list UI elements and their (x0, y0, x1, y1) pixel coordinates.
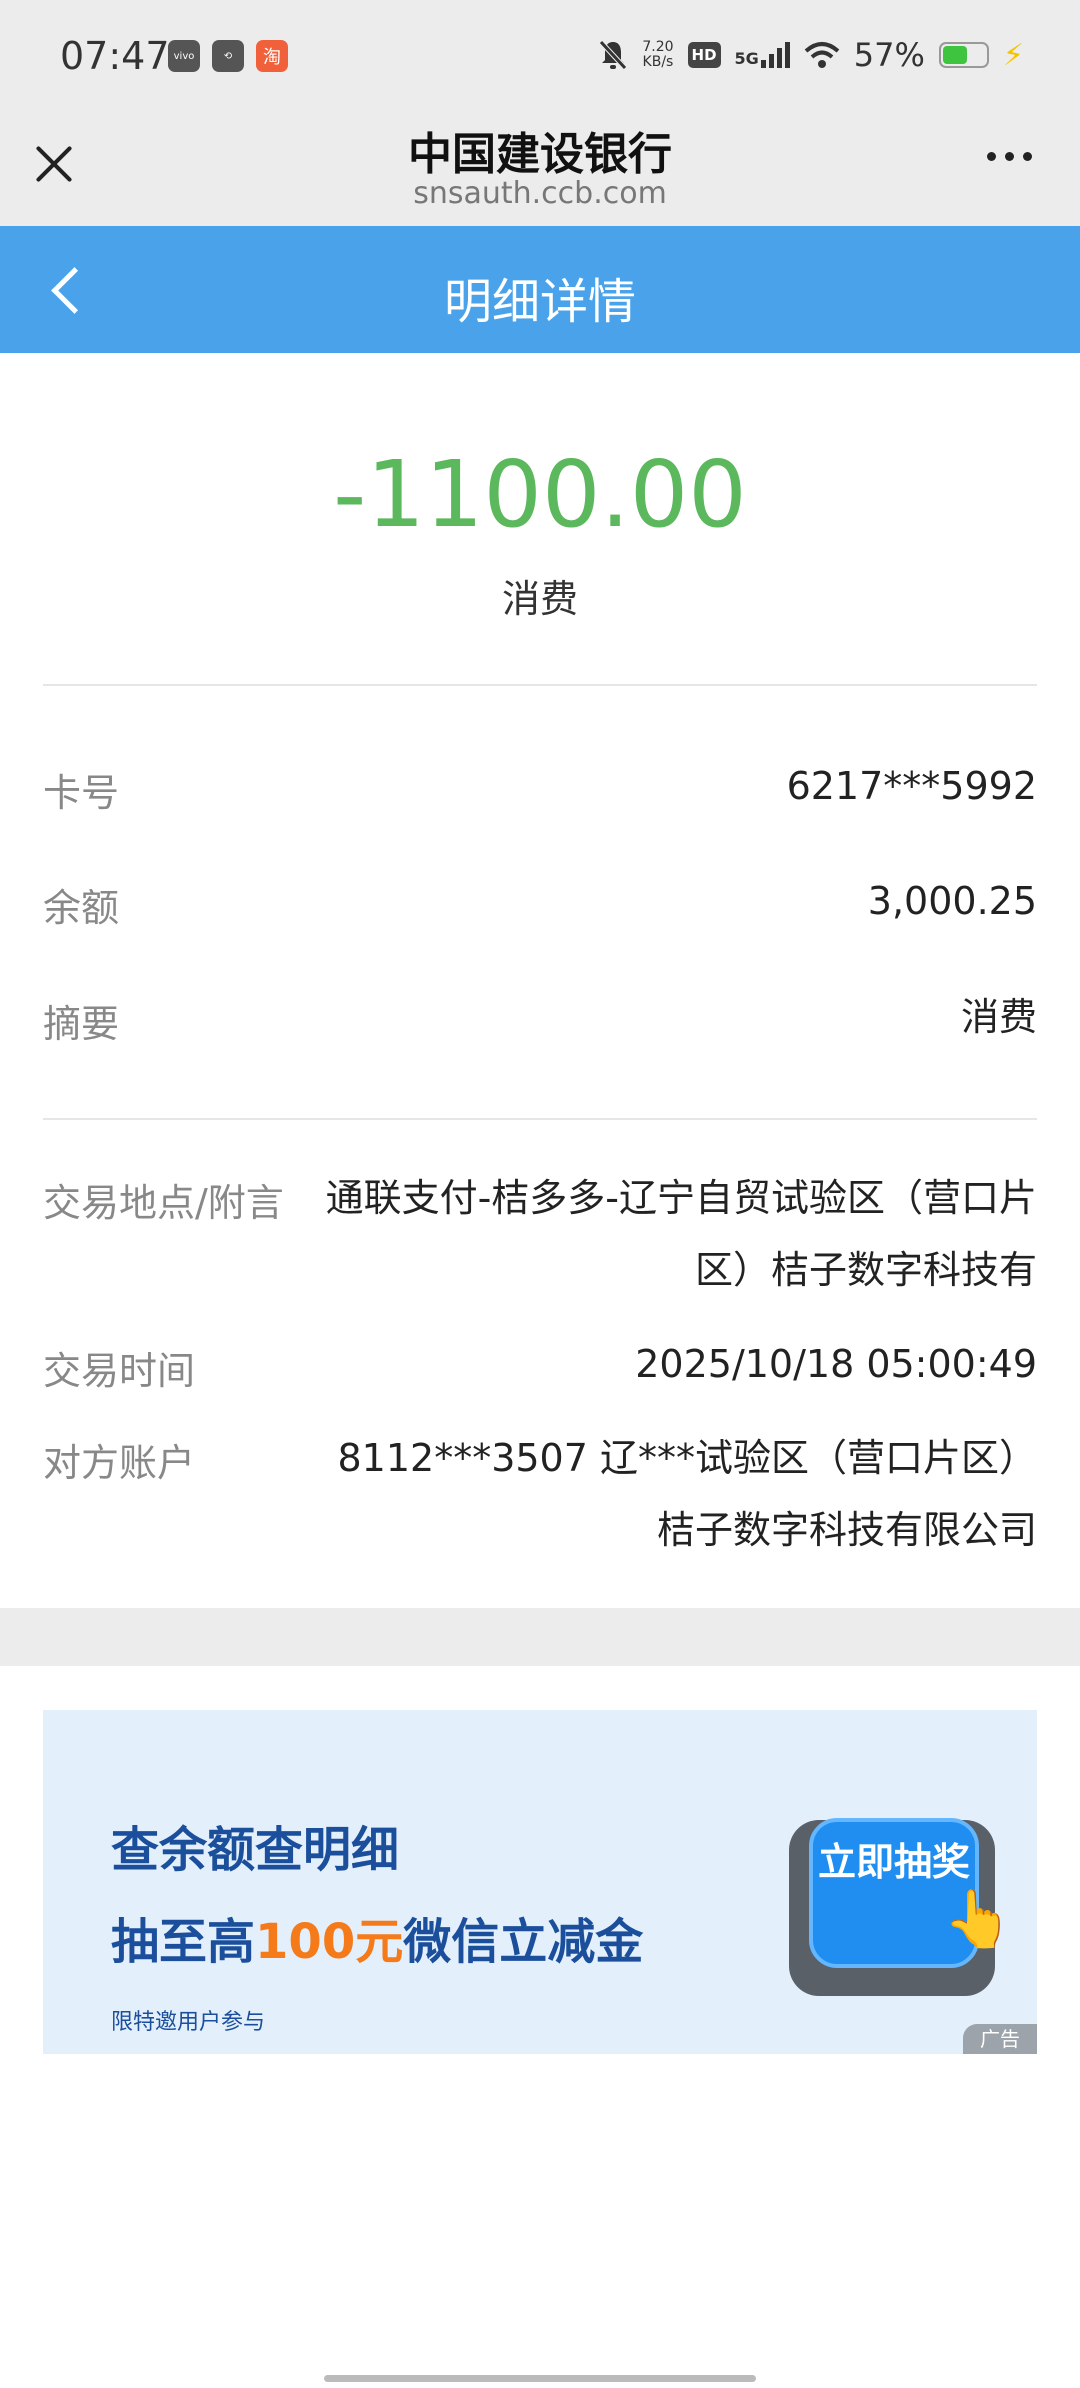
time-label: 交易时间 (43, 1349, 196, 1393)
divider (43, 1118, 1037, 1120)
transaction-amount: -1100.00 (333, 441, 747, 548)
counterparty-label: 对方账户 (43, 1441, 196, 1485)
page-title: 明细详情 (443, 274, 636, 330)
network-speed: 7.20 KB/s (642, 39, 674, 70)
charging-icon: ⚡ (1002, 37, 1024, 73)
balance-label: 余额 (43, 886, 120, 930)
transaction-type: 消费 (501, 577, 578, 621)
home-indicator[interactable] (324, 2375, 756, 2382)
ad-note: 限特邀用户参与 (111, 2010, 266, 2035)
pointing-hand-icon: 👆 (943, 1887, 1013, 1952)
ad-headline: 查余额查明细 (111, 1822, 400, 1878)
location-value: 通联支付-桔多多-辽宁自贸试验区（营口片区）桔子数字科技有 (325, 1176, 1037, 1292)
status-bar: 07:47 vivo ⟲ 淘 7.20 KB/s HD 5G 57% ⚡ (0, 0, 1080, 118)
ad-tag: 广告 (963, 2024, 1037, 2054)
status-time: 07:47 (60, 34, 170, 78)
card-number-value: 6217***5992 (786, 764, 1037, 808)
mute-bell-icon (599, 40, 628, 70)
summary-value: 消费 (960, 995, 1037, 1039)
battery-fill (942, 46, 968, 64)
vivo-icon: vivo (168, 40, 200, 72)
location-label: 交易地点/附言 (43, 1181, 284, 1225)
time-value: 2025/10/18 05:00:49 (635, 1342, 1037, 1386)
taobao-icon: 淘 (256, 40, 288, 72)
ad-banner[interactable]: 查余额查明细 抽至高100元微信立减金 限特邀用户参与 立即抽奖 👆 广告 (43, 1710, 1037, 2054)
ad-subheadline: 抽至高100元微信立减金 (111, 1914, 644, 1970)
summary-label: 摘要 (43, 1002, 120, 1046)
card-number-label: 卡号 (43, 771, 120, 815)
signal-icon: 5G (735, 42, 790, 68)
network-type: 5G (734, 49, 759, 68)
balance-value: 3,000.25 (867, 879, 1037, 923)
browser-title: 中国建设银行 (408, 129, 672, 180)
link-icon: ⟲ (212, 40, 244, 72)
section-separator (0, 1608, 1080, 1666)
more-icon[interactable] (987, 152, 1032, 161)
browser-url: snsauth.ccb.com (413, 176, 667, 211)
hd-icon: HD (687, 42, 721, 68)
status-left-icons: vivo ⟲ 淘 (168, 40, 288, 72)
divider (43, 684, 1037, 686)
browser-bar: 中国建设银行 snsauth.ccb.com (0, 118, 1080, 226)
app-header: 明细详情 (0, 226, 1080, 353)
status-right-icons: 7.20 KB/s HD 5G 57% ⚡ (598, 36, 1024, 74)
battery-icon (938, 42, 989, 68)
wifi-icon (804, 42, 840, 68)
counterparty-value: 8112***3507 辽***试验区（营口片区）桔子数字科技有限公司 (337, 1436, 1038, 1552)
battery-percent: 57% (853, 36, 925, 74)
ad-highlight: 100元 (255, 1914, 404, 1970)
